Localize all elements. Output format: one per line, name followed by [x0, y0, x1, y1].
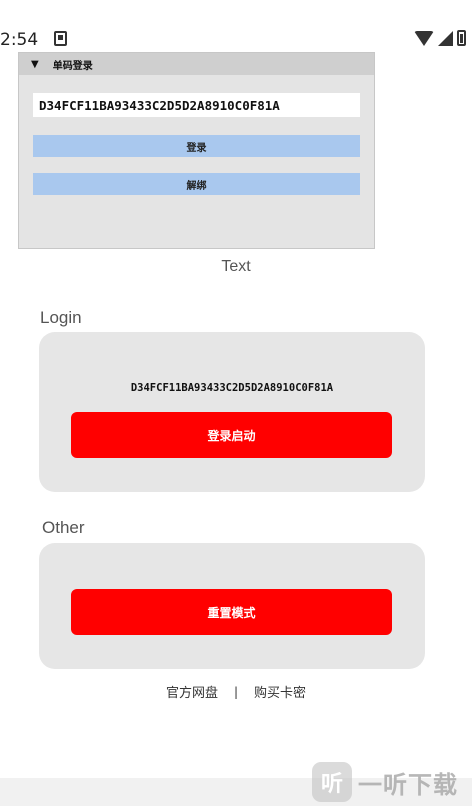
- status-icons: [414, 30, 466, 46]
- collapse-triangle-icon[interactable]: ▼: [31, 59, 39, 70]
- buy-key-link[interactable]: 购买卡密: [254, 682, 306, 701]
- status-time: 2:54: [0, 30, 39, 50]
- battery-icon: [457, 30, 466, 46]
- login-start-button[interactable]: 登录启动: [71, 412, 392, 458]
- footer-links: 官方网盘 | 购买卡密: [0, 682, 472, 702]
- watermark-text: 一听下载: [358, 770, 458, 799]
- watermark-logo-icon: 听: [312, 762, 352, 802]
- signal-icon: [438, 30, 453, 46]
- login-code: D34FCF11BA93433C2D5D2A8910C0F81A: [130, 382, 334, 394]
- panel-unbind-button[interactable]: 解绑: [33, 173, 360, 195]
- status-bar: 2:54: [0, 0, 472, 52]
- panel-login-button[interactable]: 登录: [33, 135, 360, 157]
- login-card: D34FCF11BA93433C2D5D2A8910C0F81A 登录启动: [39, 332, 425, 492]
- code-input[interactable]: [33, 93, 360, 117]
- wifi-icon: [414, 30, 434, 46]
- link-separator: |: [233, 684, 239, 699]
- other-section-title: Other: [42, 518, 85, 537]
- notification-icon: [54, 31, 67, 46]
- official-disk-link[interactable]: 官方网盘: [166, 682, 218, 701]
- single-code-login-panel: ▼ 单码登录 登录 解绑: [18, 52, 375, 249]
- reset-mode-button[interactable]: 重置模式: [71, 589, 392, 635]
- watermark: 听 一听下载: [306, 758, 472, 806]
- login-section-title: Login: [40, 308, 82, 327]
- text-label: Text: [221, 258, 251, 275]
- panel-header[interactable]: ▼ 单码登录: [19, 53, 374, 75]
- panel-header-title: 单码登录: [52, 60, 93, 72]
- other-card: 重置模式: [39, 543, 425, 669]
